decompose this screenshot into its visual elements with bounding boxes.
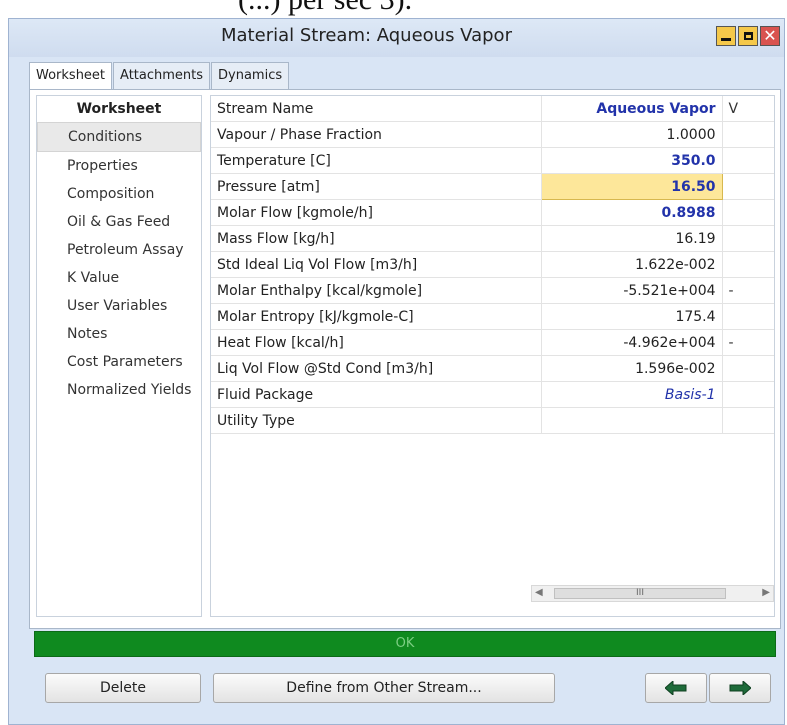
extra-cell: [722, 303, 774, 330]
left-arrow-icon: [665, 681, 687, 695]
conditions-table: Stream Name Aqueous Vapor V Vapour / Pha…: [211, 96, 774, 434]
status-bar: OK: [34, 631, 776, 657]
row-label: Temperature [C]: [211, 147, 543, 174]
fluid-package-cell[interactable]: Basis-1: [541, 381, 723, 408]
conditions-grid: Stream Name Aqueous Vapor V Vapour / Pha…: [210, 95, 775, 617]
molar-flow-cell[interactable]: 0.8988: [541, 199, 723, 226]
define-from-other-stream-button[interactable]: Define from Other Stream...: [213, 673, 555, 703]
table-row: Pressure [atm] 16.50: [211, 173, 774, 200]
tab-bar: Worksheet Attachments Dynamics: [29, 62, 290, 89]
window-controls: ✕: [716, 26, 780, 46]
extra-cell: V: [722, 96, 774, 122]
sidebar-item-k-value[interactable]: K Value: [37, 264, 201, 292]
table-row: Molar Entropy [kJ/kgmole-C] 175.4: [211, 303, 774, 330]
extra-cell: [722, 381, 774, 408]
table-row: Utility Type: [211, 407, 774, 434]
row-label: Liq Vol Flow @Std Cond [m3/h]: [211, 355, 543, 382]
table-row: Mass Flow [kg/h] 16.19: [211, 225, 774, 252]
row-label: Heat Flow [kcal/h]: [211, 329, 543, 356]
material-stream-window: Material Stream: Aqueous Vapor ✕ Workshe…: [8, 18, 785, 725]
next-button[interactable]: [709, 673, 771, 703]
sidebar-item-oil-gas-feed[interactable]: Oil & Gas Feed: [37, 208, 201, 236]
tab-dynamics[interactable]: Dynamics: [211, 62, 290, 89]
horizontal-scrollbar[interactable]: ◀ III ▶: [531, 585, 774, 602]
stream-name-cell[interactable]: Aqueous Vapor: [541, 96, 723, 122]
sidebar-item-notes[interactable]: Notes: [37, 320, 201, 348]
row-label: Vapour / Phase Fraction: [211, 121, 543, 148]
liq-vol-flow-std-cond-cell[interactable]: 1.596e-002: [541, 355, 723, 382]
row-label: Pressure [atm]: [211, 173, 543, 200]
minimize-button[interactable]: [716, 26, 736, 46]
sidebar: Worksheet Conditions Properties Composit…: [36, 95, 202, 617]
extra-cell: [722, 225, 774, 252]
std-ideal-liq-vol-flow-cell[interactable]: 1.622e-002: [541, 251, 723, 278]
delete-button[interactable]: Delete: [45, 673, 201, 703]
sidebar-item-properties[interactable]: Properties: [37, 152, 201, 180]
title-bar[interactable]: Material Stream: Aqueous Vapor ✕: [9, 19, 784, 57]
row-label: Molar Entropy [kJ/kgmole-C]: [211, 303, 543, 330]
previous-button[interactable]: [645, 673, 707, 703]
scroll-left-icon[interactable]: ◀: [535, 587, 543, 598]
maximize-icon: [743, 32, 753, 40]
extra-cell: [722, 147, 774, 174]
close-button[interactable]: ✕: [760, 26, 780, 46]
table-row: Temperature [C] 350.0: [211, 147, 774, 174]
utility-type-cell[interactable]: [541, 407, 723, 434]
pressure-cell[interactable]: 16.50: [541, 173, 723, 200]
table-row: Molar Flow [kgmole/h] 0.8988: [211, 199, 774, 226]
row-label: Utility Type: [211, 407, 543, 434]
extra-cell: [722, 355, 774, 382]
sidebar-item-composition[interactable]: Composition: [37, 180, 201, 208]
tab-attachments[interactable]: Attachments: [113, 62, 211, 89]
row-label: Mass Flow [kg/h]: [211, 225, 543, 252]
heat-flow-cell[interactable]: -4.962e+004: [541, 329, 723, 356]
worksheet-panel: Worksheet Conditions Properties Composit…: [29, 89, 781, 629]
sidebar-header: Worksheet: [76, 101, 162, 117]
minimize-icon: [721, 37, 731, 41]
scroll-thumb[interactable]: III: [554, 588, 726, 599]
row-label: Fluid Package: [211, 381, 543, 408]
extra-cell: -: [722, 277, 774, 304]
table-row: Fluid Package Basis-1: [211, 381, 774, 408]
sidebar-item-conditions[interactable]: Conditions: [37, 122, 201, 152]
molar-entropy-cell[interactable]: 175.4: [541, 303, 723, 330]
mass-flow-cell[interactable]: 16.19: [541, 225, 723, 252]
right-arrow-icon: [729, 681, 751, 695]
maximize-button[interactable]: [738, 26, 758, 46]
row-label: Molar Enthalpy [kcal/kgmole]: [211, 277, 543, 304]
table-row: Liq Vol Flow @Std Cond [m3/h] 1.596e-002: [211, 355, 774, 382]
row-label: Std Ideal Liq Vol Flow [m3/h]: [211, 251, 543, 278]
sidebar-item-petroleum-assay[interactable]: Petroleum Assay: [37, 236, 201, 264]
table-row: Molar Enthalpy [kcal/kgmole] -5.521e+004…: [211, 277, 774, 304]
table-row: Stream Name Aqueous Vapor V: [211, 96, 774, 122]
extra-cell: [722, 251, 774, 278]
vapour-fraction-cell[interactable]: 1.0000: [541, 121, 723, 148]
close-icon: ✕: [763, 26, 777, 45]
table-row: Std Ideal Liq Vol Flow [m3/h] 1.622e-002: [211, 251, 774, 278]
molar-enthalpy-cell[interactable]: -5.521e+004: [541, 277, 723, 304]
extra-cell: [722, 173, 774, 200]
extra-cell: -: [722, 329, 774, 356]
sidebar-item-normalized-yields[interactable]: Normalized Yields: [37, 376, 201, 404]
sidebar-item-cost-parameters[interactable]: Cost Parameters: [37, 348, 201, 376]
background-text-fragment: (...) per sec 3).: [238, 0, 458, 20]
extra-cell: [722, 121, 774, 148]
temperature-cell[interactable]: 350.0: [541, 147, 723, 174]
table-row: Vapour / Phase Fraction 1.0000: [211, 121, 774, 148]
scroll-right-icon[interactable]: ▶: [762, 587, 770, 598]
row-label: Molar Flow [kgmole/h]: [211, 199, 543, 226]
tab-worksheet[interactable]: Worksheet: [29, 62, 113, 89]
extra-cell: [722, 199, 774, 226]
window-title: Material Stream: Aqueous Vapor: [221, 25, 512, 46]
extra-cell: [722, 407, 774, 434]
sidebar-item-user-variables[interactable]: User Variables: [37, 292, 201, 320]
table-row: Heat Flow [kcal/h] -4.962e+004 -: [211, 329, 774, 356]
row-label: Stream Name: [211, 96, 543, 122]
